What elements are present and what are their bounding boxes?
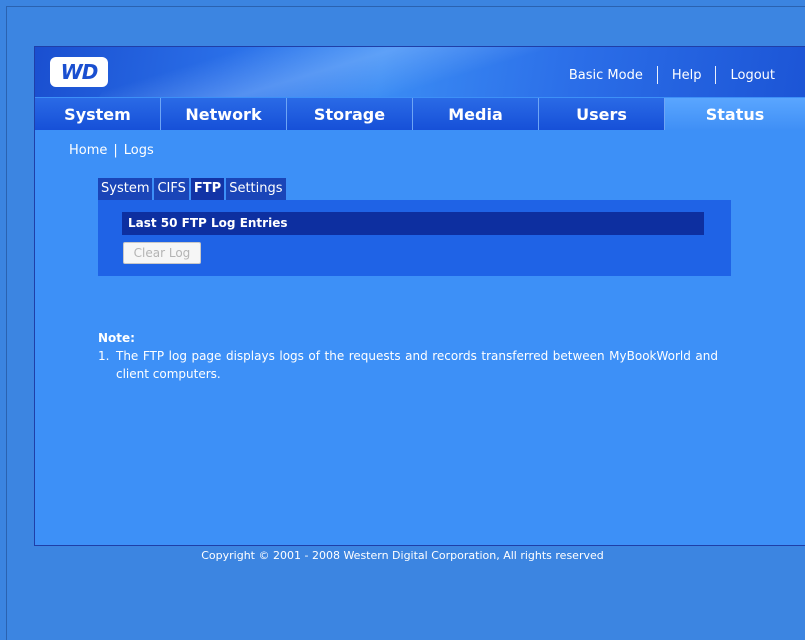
nav-tab-storage[interactable]: Storage bbox=[287, 98, 413, 130]
nav-tab-network[interactable]: Network bbox=[161, 98, 287, 130]
note-item: 1. The FTP log page displays logs of the… bbox=[98, 347, 718, 383]
subtab-ftp[interactable]: FTP bbox=[190, 178, 225, 200]
log-subtabs: System CIFS FTP Settings bbox=[98, 178, 288, 200]
note-item-text: The FTP log page displays logs of the re… bbox=[116, 349, 718, 381]
top-links: Basic Mode Help Logout bbox=[555, 65, 805, 85]
clear-log-button[interactable]: Clear Log bbox=[123, 242, 201, 264]
basic-mode-link[interactable]: Basic Mode bbox=[555, 68, 657, 83]
link-divider bbox=[715, 66, 717, 84]
main-nav: System Network Storage Media Users Statu… bbox=[35, 98, 805, 130]
logout-link[interactable]: Logout bbox=[716, 68, 805, 83]
nav-tab-media[interactable]: Media bbox=[413, 98, 539, 130]
help-link[interactable]: Help bbox=[658, 68, 716, 83]
breadcrumb-home[interactable]: Home bbox=[69, 143, 107, 158]
note-title: Note: bbox=[98, 331, 135, 345]
nav-tab-users[interactable]: Users bbox=[539, 98, 665, 130]
note-section: Note: 1. The FTP log page displays logs … bbox=[98, 331, 718, 383]
nav-tab-system[interactable]: System bbox=[35, 98, 161, 130]
breadcrumb-separator: | bbox=[113, 143, 118, 158]
note-item-number: 1. bbox=[98, 349, 110, 363]
log-panel-title: Last 50 FTP Log Entries bbox=[122, 212, 704, 235]
breadcrumb-current: Logs bbox=[123, 143, 154, 158]
ftp-log-panel: Last 50 FTP Log Entries Clear Log bbox=[98, 200, 731, 276]
copyright-text: Copyright © 2001 - 2008 Western Digital … bbox=[201, 549, 604, 562]
subtab-settings[interactable]: Settings bbox=[226, 178, 286, 200]
link-divider bbox=[656, 66, 658, 84]
header: WD Basic Mode Help Logout bbox=[35, 47, 805, 97]
wd-logo[interactable]: WD bbox=[50, 57, 108, 87]
subtab-cifs[interactable]: CIFS bbox=[154, 178, 189, 200]
nav-tab-status[interactable]: Status bbox=[665, 98, 805, 130]
breadcrumb: Home | Logs bbox=[69, 143, 154, 158]
subtab-system[interactable]: System bbox=[98, 178, 153, 200]
main-panel: WD Basic Mode Help Logout System Network… bbox=[34, 46, 805, 546]
